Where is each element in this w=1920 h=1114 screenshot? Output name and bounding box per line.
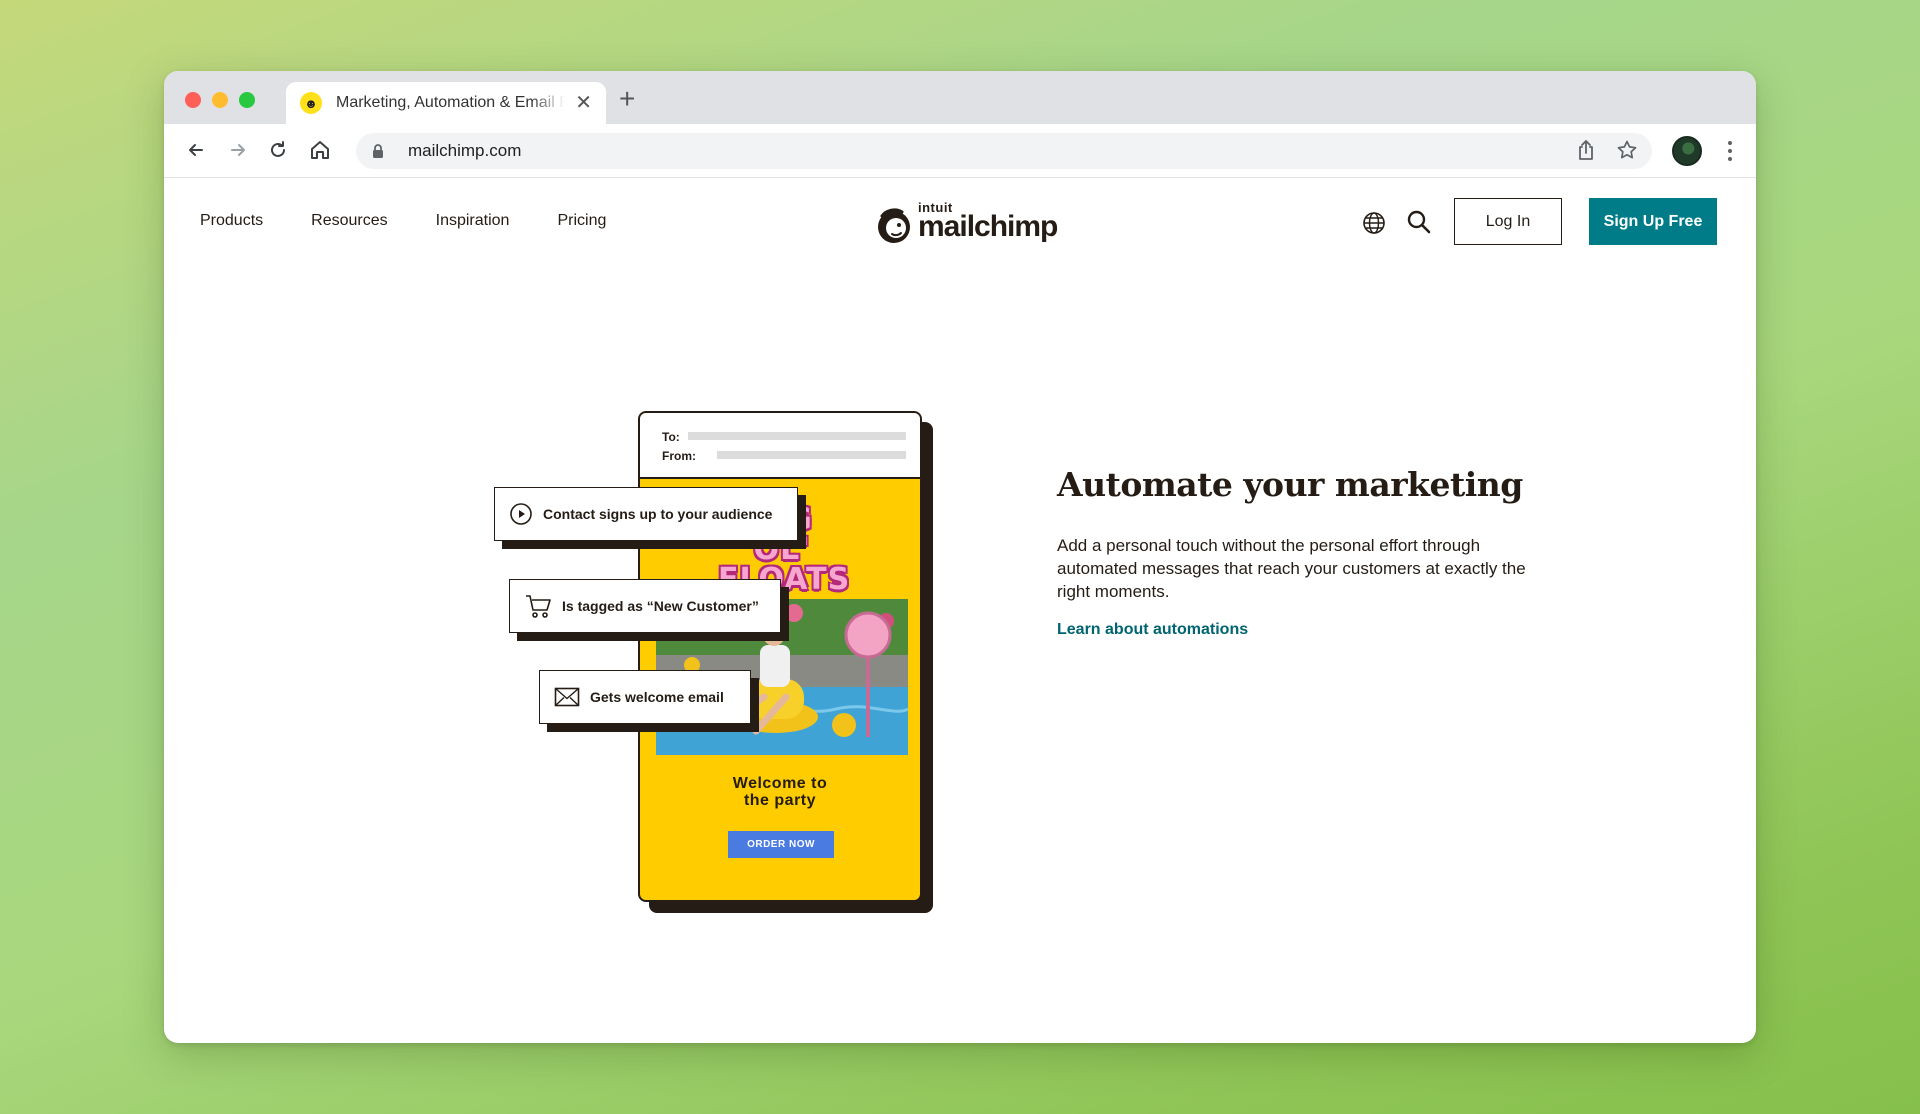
home-button[interactable] xyxy=(306,136,334,164)
order-now-button: ORDER NOW xyxy=(728,831,834,858)
mailchimp-favicon-icon: ☻ xyxy=(300,92,322,114)
tab-title: Marketing, Automation & Email Platform xyxy=(336,94,566,111)
flow-step-welcome-email: Gets welcome email xyxy=(539,670,751,724)
flow-step-label: Is tagged as “New Customer” xyxy=(562,598,759,614)
new-tab-button[interactable]: + xyxy=(619,85,635,113)
nav-products[interactable]: Products xyxy=(200,212,263,230)
home-icon xyxy=(311,141,329,159)
browser-menu-icon[interactable] xyxy=(1720,136,1740,166)
welcome-line-1: Welcome to xyxy=(732,775,828,792)
from-label: From: xyxy=(662,449,696,463)
to-placeholder-line xyxy=(688,432,906,440)
nav-inspiration[interactable]: Inspiration xyxy=(436,212,510,230)
email-preview-phone: To: From: BIG OL' FLOATS xyxy=(638,411,922,902)
profile-avatar[interactable] xyxy=(1672,136,1702,166)
freddie-logo-icon xyxy=(878,208,910,243)
site-header: Products Resources Inspiration Pricing i… xyxy=(164,178,1756,268)
from-placeholder-line xyxy=(717,451,906,459)
hero-body: Add a personal touch without the persona… xyxy=(1057,536,1526,601)
share-icon[interactable] xyxy=(1576,139,1596,166)
bookmark-star-icon[interactable] xyxy=(1616,139,1638,166)
reload-button[interactable] xyxy=(264,136,292,164)
flow-step-label: Contact signs up to your audience xyxy=(543,506,773,522)
cart-icon xyxy=(524,593,552,619)
envelope-icon xyxy=(554,687,580,707)
learn-automations-link[interactable]: Learn about automations xyxy=(1057,621,1248,639)
reload-icon xyxy=(271,141,285,157)
search-icon[interactable] xyxy=(1406,209,1432,240)
browser-tab[interactable]: ☻ Marketing, Automation & Email Platform… xyxy=(286,82,606,124)
minimize-window-button[interactable] xyxy=(212,92,228,108)
flow-step-signup: Contact signs up to your audience xyxy=(494,487,798,541)
flow-step-label: Gets welcome email xyxy=(590,689,724,705)
browser-window: ☻ Marketing, Automation & Email Platform… xyxy=(164,71,1756,1043)
to-label: To: xyxy=(662,430,680,444)
maximize-window-button[interactable] xyxy=(239,92,255,108)
primary-nav: Products Resources Inspiration Pricing xyxy=(200,212,654,230)
login-button[interactable]: Log In xyxy=(1454,198,1562,245)
address-bar[interactable]: mailchimp.com xyxy=(356,133,1652,169)
mailchimp-logo[interactable]: intuit mailchimp xyxy=(874,200,1064,248)
nav-resources[interactable]: Resources xyxy=(311,212,387,230)
arrow-left-icon xyxy=(189,144,203,156)
forward-button[interactable] xyxy=(224,136,252,164)
close-window-button[interactable] xyxy=(185,92,201,108)
signup-button[interactable]: Sign Up Free xyxy=(1589,198,1717,245)
email-header: To: From: xyxy=(640,413,920,479)
tab-strip: ☻ Marketing, Automation & Email Platform… xyxy=(164,71,1756,124)
logo-mailchimp-text: mailchimp xyxy=(918,210,1058,243)
globe-icon[interactable] xyxy=(1362,211,1386,240)
url-text: mailchimp.com xyxy=(408,141,522,160)
arrow-right-icon xyxy=(231,144,245,156)
play-circle-icon xyxy=(509,502,533,526)
browser-toolbar: mailchimp.com xyxy=(164,124,1756,178)
welcome-text: Welcome to the party xyxy=(640,775,920,809)
back-button[interactable] xyxy=(182,136,210,164)
flow-step-tagged: Is tagged as “New Customer” xyxy=(509,579,781,633)
tab-close-icon[interactable]: ✕ xyxy=(575,93,592,113)
hero-headline: Automate your marketing xyxy=(1057,465,1523,504)
nav-pricing[interactable]: Pricing xyxy=(557,212,606,230)
lock-icon xyxy=(372,144,392,158)
welcome-line-2: the party xyxy=(743,792,817,809)
